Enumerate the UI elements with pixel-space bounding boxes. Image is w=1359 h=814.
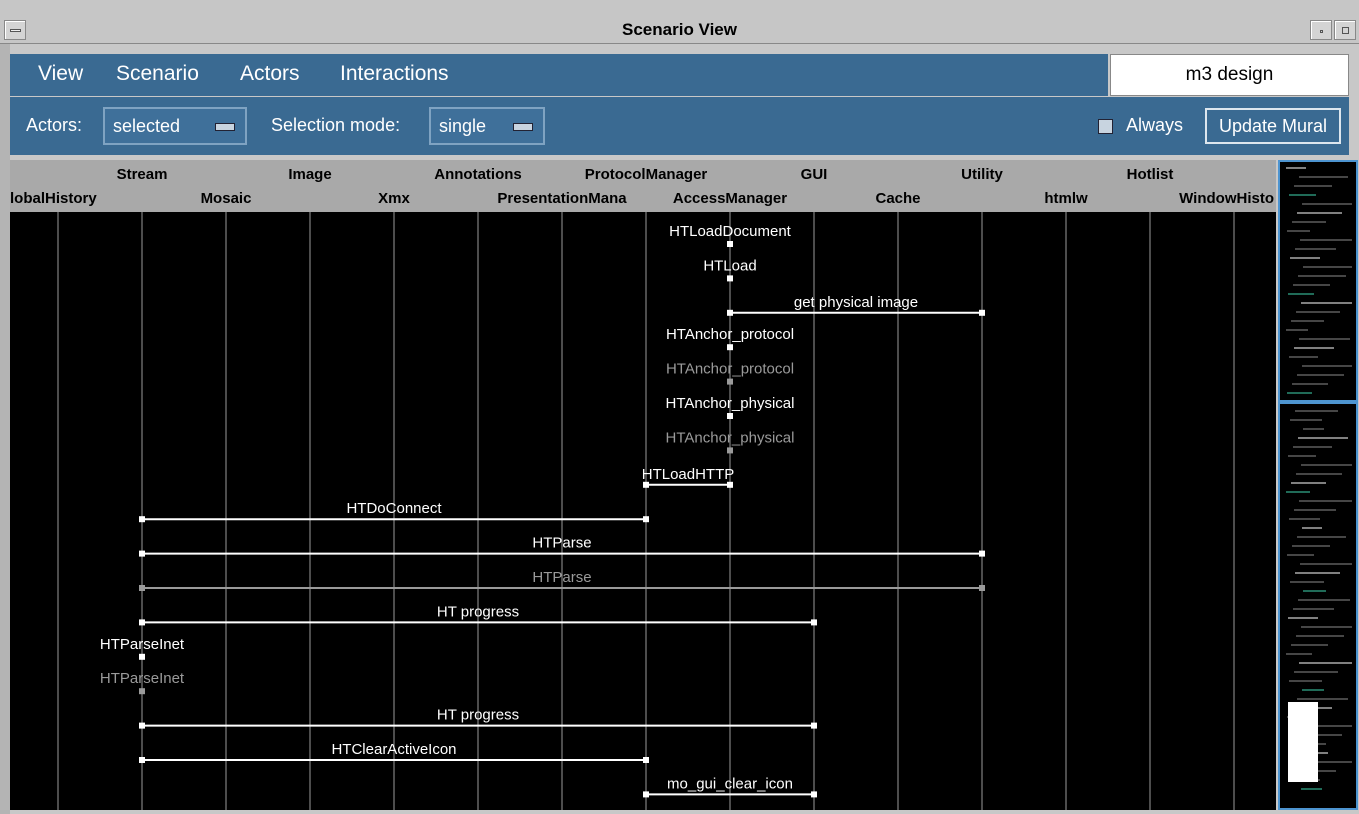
title-bar: Scenario View: [0, 0, 1359, 44]
message-marker: [727, 413, 733, 419]
message-marker: [979, 309, 985, 316]
toolbar: Actors: selected Selection mode: single …: [10, 97, 1349, 155]
message-marker: [139, 653, 145, 660]
actor-name: lobalHistory: [10, 190, 97, 207]
message-marker: [139, 550, 145, 557]
message-marker: [727, 378, 733, 385]
message-marker: [811, 722, 817, 729]
option-indicator-icon: [513, 123, 533, 131]
mural-canvas: [1280, 167, 1356, 790]
actor-name: Mosaic: [201, 190, 252, 207]
actor-name: Image: [288, 166, 331, 183]
menu-scenario[interactable]: Scenario: [116, 62, 199, 86]
message-label: mo_gui_clear_icon: [667, 775, 793, 792]
message-marker: [139, 688, 145, 695]
menu-view[interactable]: View: [38, 62, 83, 86]
actors-label: Actors:: [26, 115, 83, 135]
actors-option-value: selected: [113, 116, 181, 136]
actor-name: AccessManager: [673, 190, 787, 207]
message-marker: [727, 309, 733, 316]
update-mural-button[interactable]: Update Mural: [1205, 108, 1341, 144]
message-label: HTAnchor_physical: [666, 395, 795, 412]
actor-name: Stream: [117, 166, 168, 183]
message-label: HTParseInet: [100, 636, 185, 653]
menu-actors[interactable]: Actors: [240, 62, 300, 86]
message-marker: [727, 241, 733, 247]
message-marker: [139, 585, 145, 591]
message-label: get physical image: [794, 294, 918, 311]
always-label: Always: [1126, 115, 1184, 135]
actor-name: htmlw: [1044, 190, 1088, 207]
message-marker: [727, 344, 733, 351]
actor-name: ProtocolManager: [585, 166, 708, 183]
actor-name: WindowHisto: [1179, 190, 1274, 207]
maximize-button[interactable]: [1334, 20, 1356, 40]
selection-mode-label: Selection mode:: [271, 115, 401, 135]
actor-name: Annotations: [434, 166, 522, 183]
mural-position-marker: [1280, 400, 1356, 404]
message-label: HTParseInet: [100, 670, 185, 687]
message-label: HTLoad: [703, 257, 756, 274]
message-marker: [727, 447, 733, 454]
message-label: HTDoConnect: [346, 500, 442, 517]
message-label: HTParse: [532, 535, 591, 552]
message-marker: [139, 516, 145, 523]
scenario-diagram[interactable]: Stream Image Annotations ProtocolManager GUI…: [10, 160, 1276, 810]
sequence-diagram: Stream Image Annotations ProtocolManager GUI…: [10, 160, 1276, 810]
message-marker: [643, 757, 649, 763]
actors-option-menu[interactable]: selected: [103, 107, 247, 145]
actor-name: PresentationMana: [497, 190, 627, 207]
message-label: HT progress: [437, 707, 519, 724]
message-marker: [979, 550, 985, 557]
minimize-icon: [1320, 30, 1323, 33]
message-label: HTAnchor_physical: [666, 429, 795, 446]
option-indicator-icon: [215, 123, 235, 131]
mural-overview[interactable]: [1278, 160, 1358, 810]
menu-interactions[interactable]: Interactions: [340, 62, 449, 86]
message-label: HTClearActiveIcon: [331, 741, 456, 758]
message-marker: [139, 722, 145, 729]
maximize-icon: [1342, 27, 1349, 34]
message-marker: [979, 585, 985, 591]
message-marker: [727, 275, 733, 282]
message-label: HTLoadDocument: [669, 223, 792, 240]
message-label: HTAnchor_protocol: [666, 326, 794, 343]
actor-name: GUI: [801, 166, 828, 183]
minimize-button[interactable]: [1310, 20, 1332, 40]
window-title: Scenario View: [622, 20, 737, 39]
message-marker: [139, 619, 145, 626]
mural-view-region: [1288, 702, 1318, 782]
message-marker: [811, 619, 817, 626]
window-border: [0, 44, 10, 814]
actor-name: Cache: [875, 190, 920, 207]
document-name: m3 design: [1185, 64, 1274, 85]
message-marker: [811, 791, 817, 798]
selection-mode-value: single: [439, 116, 487, 136]
message-label: HTAnchor_protocol: [666, 361, 794, 378]
message-marker: [643, 791, 649, 798]
message-label: HTParse: [532, 569, 591, 586]
actor-name: Utility: [961, 166, 1003, 183]
message-marker: [139, 757, 145, 763]
always-checkbox[interactable]: [1098, 119, 1113, 134]
message-label: HT progress: [437, 603, 519, 620]
actor-name: Hotlist: [1127, 166, 1174, 183]
actor-name: Xmx: [378, 190, 410, 207]
menu-bar: View Scenario Actors Interactions: [10, 54, 1108, 96]
document-name-field: m3 design: [1110, 54, 1349, 96]
message-label: HTLoadHTTP: [642, 466, 735, 483]
message-marker: [643, 516, 649, 523]
selection-mode-option-menu[interactable]: single: [429, 107, 545, 145]
